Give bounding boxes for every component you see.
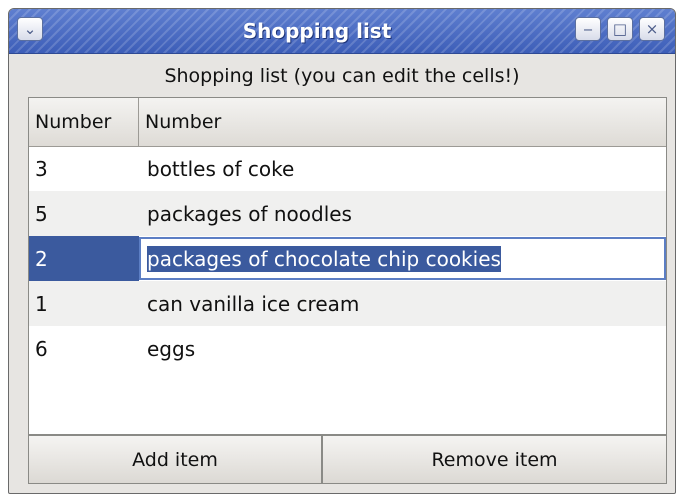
item-cell-editor[interactable]: packages of chocolate chip cookies [139,237,666,280]
title-bar[interactable]: ⌄ Shopping list ‒ □ × [9,9,675,54]
quantity-cell[interactable]: 2 [29,236,139,281]
window-menu-button[interactable]: ⌄ [17,17,43,41]
window-title: Shopping list [242,19,392,43]
selected-text: packages of chocolate chip cookies [147,245,501,272]
maximize-icon: □ [612,19,628,38]
item-cell[interactable]: bottles of coke [139,146,666,191]
add-item-button[interactable]: Add item [28,435,322,484]
table-header: Number Number [29,98,666,147]
column-header-item[interactable]: Number [139,98,666,146]
quantity-cell[interactable]: 6 [29,326,139,371]
item-cell[interactable]: packages of noodles [139,191,666,236]
quantity-cell[interactable]: 1 [29,281,139,326]
table-row[interactable]: 1 can vanilla ice cream [29,281,666,326]
list-heading: Shopping list (you can edit the cells!) [164,65,520,87]
table-row[interactable]: 5 packages of noodles [29,191,666,236]
app-window: ⌄ Shopping list ‒ □ × Shopping list (you… [8,8,676,494]
table-row[interactable]: 6 eggs [29,326,666,371]
chevron-down-icon: ⌄ [23,19,37,38]
quantity-cell[interactable]: 5 [29,191,139,236]
column-header-number[interactable]: Number [29,98,139,146]
minimize-button[interactable]: ‒ [575,17,601,41]
close-button[interactable]: × [639,17,665,41]
quantity-cell[interactable]: 3 [29,146,139,191]
item-cell[interactable]: can vanilla ice cream [139,281,666,326]
table-row-selected[interactable]: 2 packages of chocolate chip cookies [29,236,666,281]
remove-item-button[interactable]: Remove item [322,435,667,484]
item-cell[interactable]: eggs [139,326,666,371]
minimize-icon: ‒ [583,19,593,38]
close-icon: × [645,19,659,38]
table-row[interactable]: 3 bottles of coke [29,146,666,191]
maximize-button[interactable]: □ [607,17,633,41]
shopping-table[interactable]: Number Number 3 bottles of coke 5 packag… [28,97,667,435]
